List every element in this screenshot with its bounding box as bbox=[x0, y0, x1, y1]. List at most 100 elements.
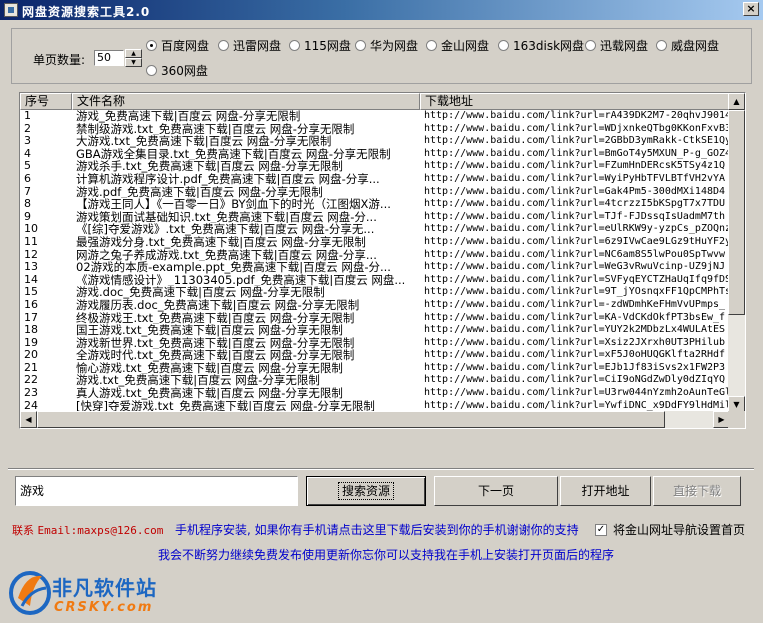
page-count-spinner[interactable]: ▲ ▼ bbox=[125, 49, 142, 67]
row-url: http://www.baidu.com/link?url=Xsiz2JXrxh… bbox=[424, 336, 726, 348]
table-row[interactable]: 22 游戏.txt_免费高速下载|百度云 网盘-分享无限制 http://www.b… bbox=[20, 374, 730, 387]
table-row[interactable]: 7 游戏.pdf_免费高速下载|百度云 网盘-分享无限制 http://www.ba… bbox=[20, 186, 730, 199]
scroll-left-icon[interactable]: ◀ bbox=[20, 411, 37, 428]
spin-up-icon[interactable]: ▲ bbox=[125, 49, 142, 58]
title-bar[interactable]: 网盘资源搜索工具2.0 × bbox=[0, 0, 763, 20]
watermark-subtitle: CRSKY.com bbox=[54, 600, 154, 615]
row-filename: 游戏策划面试基础知识.txt_免费高速下载|百度云 网盘-分... bbox=[76, 210, 377, 224]
row-filename: 终极游戏王.txt_免费高速下载|百度云 网盘-分享无限制 bbox=[76, 311, 355, 325]
row-filename: 网游之兔子养成游戏.txt_免费高速下载|百度云 网盘-分享... bbox=[76, 248, 377, 262]
mobile-install-link[interactable]: 手机程序安装, 如果你有手机请点击这里下载后安装到你的手机谢谢你的支持 bbox=[175, 521, 579, 538]
vertical-scrollbar[interactable]: ▲ ▼ bbox=[728, 93, 745, 413]
table-row[interactable]: 13 02游戏的本质-example.ppt_免费高速下载|百度云 网盘-分...… bbox=[20, 261, 730, 274]
row-index: 9 bbox=[24, 210, 31, 223]
horizontal-scrollbar[interactable]: ◀ ▶ bbox=[20, 411, 730, 428]
table-row[interactable]: 11 最强游戏分身.txt_免费高速下载|百度云 网盘-分享无限制 http://w… bbox=[20, 236, 730, 249]
table-row[interactable]: 21 愉心游戏.txt_免费高速下载|百度云 网盘-分享无限制 http://www… bbox=[20, 362, 730, 375]
next-page-button[interactable]: 下一页 bbox=[434, 476, 558, 506]
row-filename: 全游戏时代.txt_免费高速下载|百度云 网盘-分享无限制 bbox=[76, 349, 355, 362]
direct-download-button[interactable]: 直接下载 bbox=[653, 476, 741, 506]
set-homepage-checkbox[interactable]: ✓ 将金山网址导航设置首页 bbox=[595, 521, 745, 538]
row-index: 6 bbox=[24, 172, 31, 185]
contact-label: 联系 bbox=[12, 524, 34, 537]
radio-icon bbox=[426, 40, 437, 51]
column-header-filename[interactable]: 文件名称 bbox=[72, 93, 420, 110]
open-address-button[interactable]: 打开地址 bbox=[560, 476, 651, 506]
row-index: 14 bbox=[24, 273, 38, 286]
row-filename: 游戏.doc_免费高速下载|百度云 网盘-分享无限制 bbox=[76, 286, 325, 299]
row-url: http://www.baidu.com/link?url=xF5J0oHUQG… bbox=[424, 349, 726, 361]
radio-provider-163disk[interactable]: 163disk网盘 bbox=[498, 37, 584, 54]
table-row[interactable]: 19 游戏新世界.txt_免费高速下载|百度云 网盘-分享无限制 http://ww… bbox=[20, 337, 730, 350]
row-url: http://www.baidu.com/link?url=6z9IVwCae9… bbox=[424, 235, 730, 247]
radio-icon bbox=[498, 40, 509, 51]
row-filename: 游戏履历表.doc_免费高速下载|百度云 网盘-分享无限制 bbox=[76, 298, 360, 312]
table-row[interactable]: 14 《游戏情感设计》_11303405.pdf_免费高速下载|百度云 网盘...… bbox=[20, 274, 730, 287]
row-filename: 禁制级游戏.txt_免费高速下载|百度云 网盘-分享无限制 bbox=[76, 122, 355, 136]
table-row[interactable]: 8 【游戏王同人】《一百零一日》BY剑血下的时光（江图烟X游... http://w… bbox=[20, 198, 730, 211]
row-url: http://www.baidu.com/link?url=WDjxnkeQTb… bbox=[424, 122, 730, 134]
radio-icon bbox=[355, 40, 366, 51]
radio-icon bbox=[656, 40, 667, 51]
row-url: http://www.baidu.com/link?url=WeG3vRwuVc… bbox=[424, 261, 726, 273]
contact-email: Email:maxps@126.com bbox=[37, 524, 164, 537]
radio-provider-baidu[interactable]: 百度网盘 bbox=[146, 37, 209, 54]
radio-provider-huawei[interactable]: 华为网盘 bbox=[355, 37, 418, 54]
row-filename: 游戏新世界.txt_免费高速下载|百度云 网盘-分享无限制 bbox=[76, 336, 355, 350]
table-row[interactable]: 1 游戏_免费高速下载|百度云 网盘-分享无限制 http://www.baidu.… bbox=[20, 110, 730, 123]
row-url: http://www.baidu.com/link?url=eUlRKW9y-y… bbox=[424, 223, 730, 235]
scroll-up-icon[interactable]: ▲ bbox=[728, 93, 745, 110]
close-button[interactable]: × bbox=[743, 2, 759, 16]
table-row[interactable]: 16 游戏履历表.doc_免费高速下载|百度云 网盘-分享无限制 http://ww… bbox=[20, 299, 730, 312]
row-index: 10 bbox=[24, 223, 38, 236]
table-row[interactable]: 6 计算机游戏程序设计.pdf_免费高速下载|百度云 网盘-分享... http:/… bbox=[20, 173, 730, 186]
table-row[interactable]: 15 游戏.doc_免费高速下载|百度云 网盘-分享无限制 http://www.b… bbox=[20, 286, 730, 299]
row-index: 3 bbox=[24, 135, 31, 148]
row-url: http://www.baidu.com/link?url=-zdWDmhKeF… bbox=[424, 298, 726, 310]
results-list[interactable]: 序号 文件名称 下载地址 1 游戏_免费高速下载|百度云 网盘-分享无限制 http… bbox=[19, 92, 746, 429]
row-filename: 游戏_免费高速下载|百度云 网盘-分享无限制 bbox=[76, 110, 301, 123]
radio-icon bbox=[218, 40, 229, 51]
horizontal-scroll-thumb[interactable] bbox=[37, 411, 665, 428]
row-index: 20 bbox=[24, 349, 38, 362]
table-row[interactable]: 4 GBA游戏全集目录.txt_免费高速下载|百度云 网盘-分享无限制 http:/… bbox=[20, 148, 730, 161]
radio-provider-xunlei[interactable]: 迅雷网盘 bbox=[218, 37, 281, 54]
list-rows: 1 游戏_免费高速下载|百度云 网盘-分享无限制 http://www.baidu.… bbox=[20, 110, 730, 415]
table-row[interactable]: 3 大游戏.txt_免费高速下载|百度云 网盘-分享无限制 http://www.b… bbox=[20, 135, 730, 148]
row-index: 18 bbox=[24, 324, 38, 337]
table-row[interactable]: 17 终极游戏王.txt_免费高速下载|百度云 网盘-分享无限制 http://ww… bbox=[20, 312, 730, 325]
table-row[interactable]: 2 禁制级游戏.txt_免费高速下载|百度云 网盘-分享无限制 http://www… bbox=[20, 123, 730, 136]
radio-provider-360[interactable]: 360网盘 bbox=[146, 62, 208, 79]
page-count-label: 单页数量: bbox=[33, 53, 86, 67]
row-url: http://www.baidu.com/link?url=EJb1Jf83iS… bbox=[424, 361, 726, 373]
row-url: http://www.baidu.com/link?url=WyiPyHbTFV… bbox=[424, 172, 726, 184]
row-index: 2 bbox=[24, 122, 31, 135]
page-count-input[interactable]: 50 bbox=[94, 50, 124, 66]
table-row[interactable]: 20 全游戏时代.txt_免费高速下载|百度云 网盘-分享无限制 http://ww… bbox=[20, 349, 730, 362]
radio-provider-kingsoft[interactable]: 金山网盘 bbox=[426, 37, 489, 54]
search-input[interactable]: 游戏 bbox=[15, 476, 298, 506]
table-row[interactable]: 10 《[综]夺爱游戏》.txt_免费高速下载|百度云 网盘-分享无... http… bbox=[20, 223, 730, 236]
column-header-url[interactable]: 下载地址 bbox=[420, 93, 730, 110]
table-row[interactable]: 23 真人游戏.txt_免费高速下载|百度云 网盘-分享无限制 http://www… bbox=[20, 387, 730, 400]
row-url: http://www.baidu.com/link?url=9T_jYOsnqx… bbox=[424, 286, 730, 298]
table-row[interactable]: 5 游戏杀手.txt_免费高速下载|百度云 网盘-分享无限制 http://www.… bbox=[20, 160, 730, 173]
row-filename: GBA游戏全集目录.txt_免费高速下载|百度云 网盘-分享无限制 bbox=[76, 147, 391, 161]
vertical-scroll-thumb[interactable] bbox=[728, 110, 745, 315]
column-header-index[interactable]: 序号 bbox=[20, 93, 72, 110]
radio-provider-xunzai[interactable]: 迅载网盘 bbox=[585, 37, 648, 54]
table-row[interactable]: 18 国王游戏.txt_免费高速下载|百度云 网盘-分享无限制 http://www… bbox=[20, 324, 730, 337]
table-row[interactable]: 12 网游之兔子养成游戏.txt_免费高速下载|百度云 网盘-分享... http:… bbox=[20, 249, 730, 262]
spin-down-icon[interactable]: ▼ bbox=[125, 58, 142, 67]
row-url: http://www.baidu.com/link?url=KA-VdCKdOk… bbox=[424, 311, 726, 323]
radio-provider-115[interactable]: 115网盘 bbox=[289, 37, 351, 54]
radio-icon bbox=[289, 40, 300, 51]
row-index: 8 bbox=[24, 198, 31, 211]
row-url: http://www.baidu.com/link?url=2GBbD3ymRa… bbox=[424, 135, 730, 147]
row-url: http://www.baidu.com/link?url=4tcrzzI5bK… bbox=[424, 198, 726, 210]
radio-provider-weipan[interactable]: 威盘网盘 bbox=[656, 37, 719, 54]
row-index: 19 bbox=[24, 336, 38, 349]
promise-message: 我会不断努力继续免费发布使用更新你忘你可以支持我在手机上安装打开页面后的程序 bbox=[158, 548, 615, 562]
search-button[interactable]: 搜索资源 bbox=[306, 476, 426, 506]
table-row[interactable]: 9 游戏策划面试基础知识.txt_免费高速下载|百度云 网盘-分... http:/… bbox=[20, 211, 730, 224]
